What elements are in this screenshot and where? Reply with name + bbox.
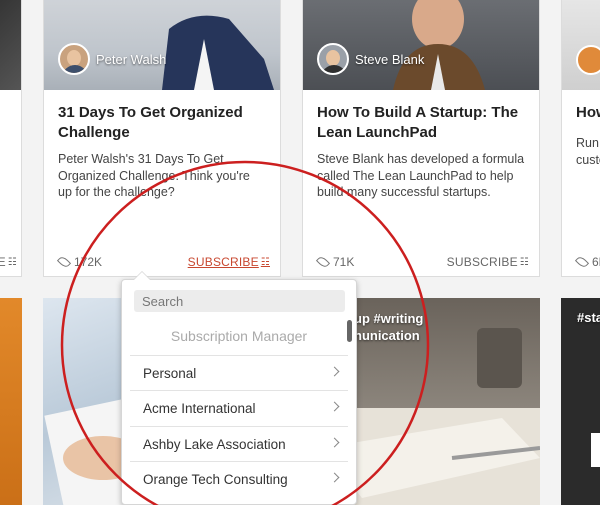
chevron-right-icon bbox=[329, 401, 340, 412]
card-footer: 6K bbox=[574, 254, 600, 270]
card-graphic bbox=[591, 433, 600, 467]
subscribe-link[interactable]: E ☷ bbox=[0, 255, 17, 269]
eye-icon bbox=[56, 254, 72, 270]
view-count-value: 6K bbox=[592, 255, 600, 269]
author-name: Steve Blank bbox=[355, 51, 425, 67]
card-hero-image bbox=[562, 0, 600, 90]
chevron-right-icon bbox=[329, 437, 340, 448]
subscribe-button[interactable]: SUBSCRIBE ☷ bbox=[447, 255, 529, 269]
card-footer: 172K SUBSCRIBE ☷ bbox=[56, 254, 270, 270]
subscription-manager-heading: Subscription Manager bbox=[170, 328, 308, 344]
dropdown-item-label: Orange Tech Consulting bbox=[143, 472, 288, 487]
partial-card-right[interactable]: How Run custo 6K bbox=[561, 0, 600, 277]
card-description: Steve Blank has developed a formula call… bbox=[317, 152, 525, 199]
card-description-line: Run bbox=[576, 136, 599, 150]
card-hero-image bbox=[0, 0, 21, 90]
subscribe-label: SUBSCRIBE bbox=[446, 255, 518, 269]
card-tag: #sta bbox=[577, 310, 600, 325]
view-count: 6K bbox=[574, 254, 600, 270]
card-footer: 71K SUBSCRIBE ☷ bbox=[315, 254, 529, 270]
rss-icon: ☷ bbox=[7, 256, 17, 268]
card-description: Peter Walsh's 31 Days To Get Organized C… bbox=[58, 152, 250, 199]
rss-icon: ☷ bbox=[519, 256, 529, 268]
dropdown-item-orange-tech-consulting[interactable]: Orange Tech Consulting bbox=[130, 461, 348, 496]
dropdown-item-personal[interactable]: Personal bbox=[130, 355, 348, 390]
view-count-value: 172K bbox=[74, 255, 103, 269]
dropdown-item-acme-international[interactable]: Acme International bbox=[130, 390, 348, 425]
subscription-dropdown: Subscription Manager Personal Acme Inter… bbox=[121, 279, 357, 505]
course-card[interactable]: Peter Walsh 31 Days To Get Organized Cha… bbox=[43, 0, 281, 277]
page: E ☷ Peter Walsh 31 Days To Get Organized… bbox=[0, 0, 600, 505]
view-count-value: 71K bbox=[333, 255, 355, 269]
rss-icon: ☷ bbox=[260, 256, 270, 268]
card-title[interactable]: How bbox=[576, 103, 600, 123]
dropdown-item-label: Acme International bbox=[143, 401, 256, 416]
card-footer: E ☷ bbox=[0, 255, 17, 269]
avatar bbox=[58, 43, 90, 75]
card-description: Run custo bbox=[576, 135, 600, 168]
card-tags: up #writing nunication bbox=[354, 310, 423, 344]
view-count: 71K bbox=[315, 254, 355, 270]
card-title[interactable]: How To Build A Startup: The Lean LaunchP… bbox=[317, 103, 525, 143]
card-description-line: custo bbox=[576, 152, 600, 167]
tag-line: nunication bbox=[354, 328, 420, 343]
avatar bbox=[576, 45, 600, 75]
course-card-bottom-left[interactable] bbox=[0, 298, 22, 505]
author-badge[interactable]: Steve Blank bbox=[317, 43, 424, 75]
author-badge[interactable]: Peter Walsh bbox=[58, 43, 166, 75]
subscribe-label: SUBSCRIBE bbox=[187, 255, 259, 269]
eye-icon bbox=[574, 254, 590, 270]
card-title[interactable]: 31 Days To Get Organized Challenge bbox=[58, 103, 266, 143]
dropdown-item-ashby-lake-association[interactable]: Ashby Lake Association bbox=[130, 426, 348, 461]
author-name: Peter Walsh bbox=[96, 51, 167, 67]
eye-icon bbox=[315, 254, 331, 270]
chevron-right-icon bbox=[329, 472, 340, 483]
subscribe-button[interactable]: SUBSCRIBE ☷ bbox=[188, 255, 270, 269]
chevron-right-icon bbox=[329, 366, 340, 377]
dropdown-item-label: Ashby Lake Association bbox=[143, 437, 286, 452]
course-card-bottom-right[interactable]: #sta bbox=[561, 298, 600, 505]
subscribe-label: E bbox=[0, 255, 6, 269]
view-count: 172K bbox=[56, 254, 103, 270]
search-input[interactable] bbox=[134, 290, 345, 312]
tag-line: up #writing bbox=[354, 311, 424, 326]
dropdown-item-label: Personal bbox=[143, 366, 197, 381]
partial-card-left[interactable]: E ☷ bbox=[0, 0, 22, 277]
course-card[interactable]: Steve Blank How To Build A Startup: The … bbox=[302, 0, 540, 277]
dropdown-caret bbox=[133, 271, 151, 280]
avatar bbox=[317, 43, 349, 75]
